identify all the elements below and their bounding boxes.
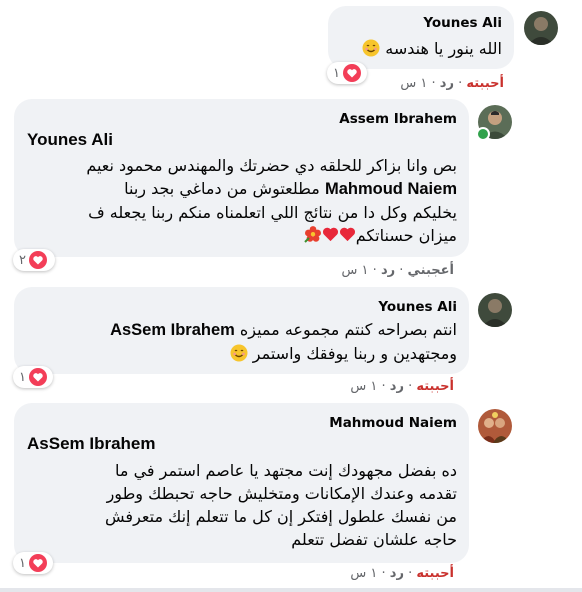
reply-link[interactable]: رد — [390, 566, 404, 581]
avatar[interactable] — [478, 293, 512, 327]
comment-text-segment: مطلعتوش من دماغي بجد ربنا — [124, 179, 320, 198]
comment-text-line: انتم بصراحه كنتم مجموعه مميزه AsSem Ibra… — [27, 318, 457, 342]
comment-text-line: Mahmoud Naiem مطلعتوش من دماغي بجد ربنا — [27, 177, 457, 201]
reaction-summary[interactable]: ٢ — [13, 249, 55, 271]
smiling-face-icon — [362, 39, 380, 57]
comment-meta: أحببته · رد · ١ س — [400, 76, 504, 91]
separator: · — [399, 263, 404, 278]
mention-tag[interactable]: AsSem Ibrahem — [110, 321, 235, 339]
reaction-count: ٢ — [19, 252, 26, 268]
comment-timestamp[interactable]: ١ س — [400, 76, 427, 91]
reaction-count: ١ — [19, 555, 26, 571]
comment-timestamp[interactable]: ١ س — [350, 379, 377, 394]
comment-text-segment: ميزان حسناتكم — [355, 226, 457, 245]
heart-emoji-icon — [322, 226, 339, 243]
comment-author[interactable]: Younes Ali — [423, 15, 502, 31]
comment-author[interactable]: Younes Ali — [378, 299, 457, 315]
comment-text-line: الله ينور يا هندسه — [385, 39, 502, 58]
comment-meta: أحببته · رد · ١ س — [350, 566, 454, 581]
reaction-summary[interactable]: ١ — [327, 62, 367, 84]
heart-reaction-icon — [28, 251, 47, 269]
comment-bubble: Younes Ali انتم بصراحه كنتم مجموعه مميزه… — [14, 287, 469, 374]
heart-reaction-icon — [342, 64, 361, 82]
separator: · — [381, 379, 386, 394]
online-status-indicator — [476, 127, 490, 141]
reaction-count: ١ — [19, 369, 26, 385]
separator: · — [431, 76, 436, 91]
reaction-summary[interactable]: ١ — [13, 552, 53, 574]
comment-timestamp[interactable]: ١ س — [350, 566, 377, 581]
heart-reaction-icon — [28, 368, 47, 386]
like-link[interactable]: أحببته — [466, 76, 504, 91]
comment-text-line: بص وانا بزاكر للحلقه دي حضرتك والمهندس م… — [86, 156, 457, 175]
mention-tag[interactable]: Younes Ali — [27, 130, 113, 150]
separator: · — [372, 263, 377, 278]
comment-text-line: يخليكم وكل دا من نتائج اللي اتعلمناه منك… — [88, 203, 457, 222]
comment-bubble: Mahmoud Naiem AsSem Ibrahem ده بفضل مجهو… — [14, 403, 469, 563]
comment-timestamp[interactable]: ١ س — [342, 263, 369, 278]
separator: · — [408, 379, 413, 394]
hibiscus-flower-icon — [303, 225, 322, 243]
next-comment-edge — [0, 588, 582, 592]
comment-text-line: ده بفضل مجهودك إنت مجتهد يا عاصم استمر ف… — [115, 461, 457, 480]
like-link[interactable]: أحببته — [416, 379, 454, 394]
comment-meta: أعجبني · رد · ١ س — [342, 263, 454, 278]
avatar[interactable] — [524, 11, 558, 45]
comment-author[interactable]: Assem Ibrahem — [339, 111, 457, 127]
mention-tag[interactable]: Mahmoud Naiem — [325, 180, 457, 198]
reply-link[interactable]: رد — [440, 76, 454, 91]
comment-text-line: ميزان حسناتكم — [27, 224, 457, 247]
comment-text: بص وانا بزاكر للحلقه دي حضرتك والمهندس م… — [27, 154, 457, 247]
reply-link[interactable]: رد — [390, 379, 404, 394]
comment-text: انتم بصراحه كنتم مجموعه مميزه AsSem Ibra… — [27, 318, 457, 365]
comment-text-line: حاجه علشان تفضل تتعلم — [291, 530, 457, 549]
mention-tag[interactable]: AsSem Ibrahem — [27, 434, 156, 454]
comment-text-segment: ومجتهدين و ربنا يوفقك واستمر — [252, 344, 457, 363]
smiling-face-icon — [230, 344, 248, 362]
reaction-count: ١ — [333, 65, 340, 81]
like-link[interactable]: أعجبني — [408, 263, 454, 278]
avatar[interactable] — [478, 409, 512, 443]
comment-text-line: تقدمه وعندك الإمكانات ومتخليش حاجه تحبطك… — [106, 484, 457, 503]
comment-text-segment: انتم بصراحه كنتم مجموعه مميزه — [239, 320, 457, 339]
reply-link[interactable]: رد — [381, 263, 395, 278]
comment-bubble: Younes Ali الله ينور يا هندسه — [328, 6, 514, 69]
comment-bubble: Assem Ibrahem Younes Ali بص وانا بزاكر ل… — [14, 99, 469, 257]
comment-text-line: ومجتهدين و ربنا يوفقك واستمر — [27, 342, 457, 365]
heart-reaction-icon — [28, 554, 47, 572]
comment-author[interactable]: Mahmoud Naiem — [329, 415, 457, 431]
comment-text: ده بفضل مجهودك إنت مجتهد يا عاصم استمر ف… — [27, 459, 457, 551]
comment-text-line: من نفسك علطول إفتكر إن كل ما تتعلم إنك م… — [105, 507, 457, 526]
separator: · — [408, 566, 413, 581]
comment-text: الله ينور يا هندسه — [332, 37, 502, 60]
comment-meta: أحببته · رد · ١ س — [350, 379, 454, 394]
heart-emoji-icon — [339, 226, 356, 243]
reaction-summary[interactable]: ١ — [13, 366, 53, 388]
like-link[interactable]: أحببته — [416, 566, 454, 581]
separator: · — [381, 566, 386, 581]
separator: · — [458, 76, 463, 91]
